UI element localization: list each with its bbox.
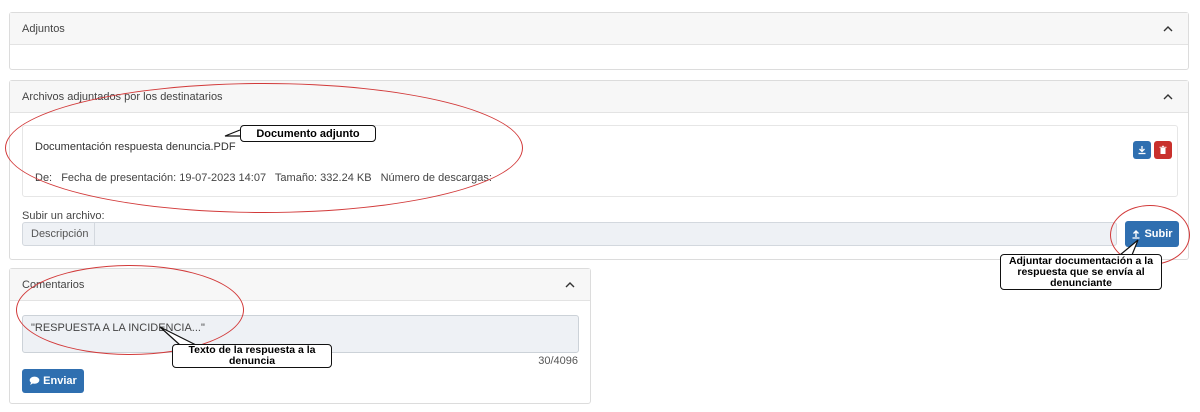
delete-button[interactable] (1154, 141, 1172, 159)
description-input[interactable] (95, 223, 1116, 245)
chevron-up-icon[interactable] (562, 277, 578, 293)
adjuntos-header[interactable]: Adjuntos (10, 13, 1188, 45)
upload-button[interactable]: Subir (1125, 221, 1179, 247)
comentarios-title: Comentarios (22, 278, 85, 291)
file-name: Documentación respuesta denuncia.PDF (35, 141, 236, 153)
file-descargas: Número de descargas: (380, 172, 492, 184)
chevron-up-icon[interactable] (1160, 89, 1176, 105)
description-label: Descripción (23, 223, 95, 245)
adjuntos-title: Adjuntos (22, 22, 65, 35)
send-button[interactable]: Enviar (22, 369, 84, 393)
file-de-label: De: (35, 172, 53, 184)
file-meta: De: Fecha de presentación: 19-07-2023 14… (35, 172, 498, 184)
download-icon (1138, 146, 1146, 155)
char-counter: 30/4096 (538, 355, 578, 367)
comment-icon (29, 376, 40, 385)
annotation-adjuntar: Adjuntar documentación a la respuesta qu… (1000, 254, 1162, 290)
archivos-panel: Archivos adjuntados por los destinatario… (9, 80, 1189, 260)
file-fecha: Fecha de presentación: 19-07-2023 14:07 (61, 172, 267, 184)
comentarios-panel: Comentarios "RESPUESTA A LA INCIDENCIA..… (9, 268, 591, 404)
upload-icon (1132, 230, 1140, 239)
adjuntos-panel: Adjuntos (9, 12, 1189, 70)
send-button-label: Enviar (43, 375, 77, 387)
comentarios-header[interactable]: Comentarios (10, 269, 590, 301)
chevron-up-icon[interactable] (1160, 21, 1176, 37)
trash-icon (1159, 145, 1167, 154)
archivos-header[interactable]: Archivos adjuntados por los destinatario… (10, 81, 1188, 113)
download-button[interactable] (1133, 141, 1151, 159)
upload-row: Descripción (22, 222, 1117, 246)
upload-button-label: Subir (1144, 228, 1173, 240)
file-tamano: Tamaño: 332.24 KB (274, 172, 372, 184)
annotation-documento: Documento adjunto (240, 125, 376, 142)
upload-label: Subir un archivo: (22, 210, 105, 222)
file-card: Documentación respuesta denuncia.PDF De:… (22, 125, 1178, 197)
archivos-title: Archivos adjuntados por los destinatario… (22, 90, 223, 103)
annotation-texto: Texto de la respuesta a la denuncia (172, 344, 332, 368)
